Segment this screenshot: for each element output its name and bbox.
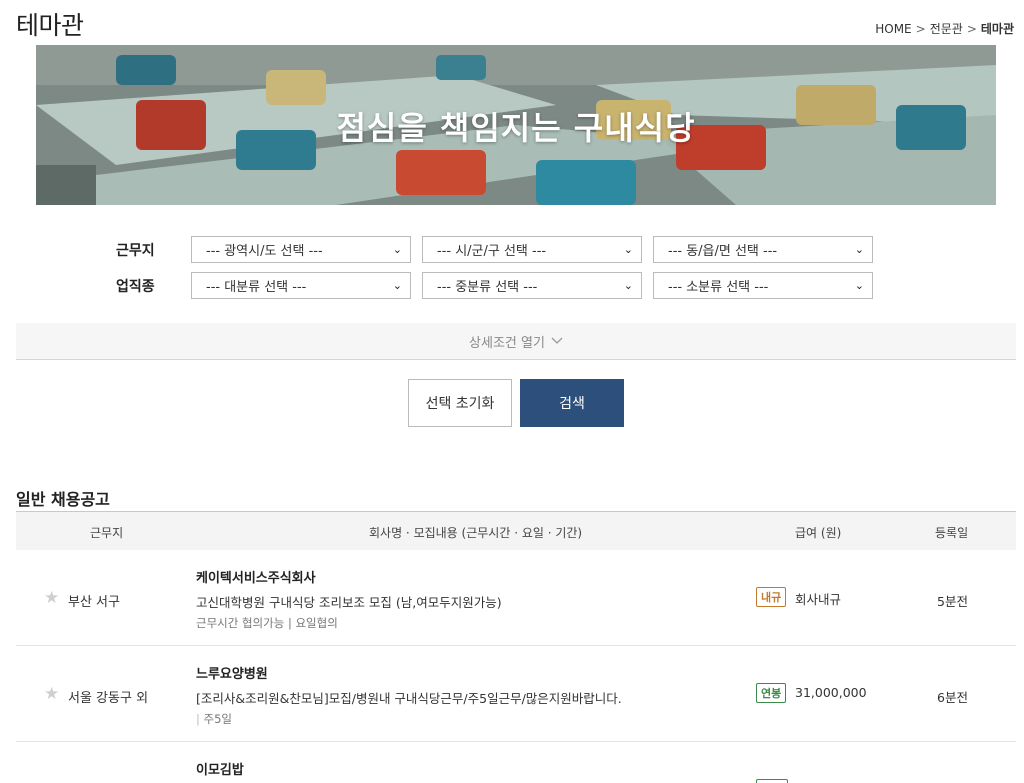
chevron-down-icon: ⌄ (623, 279, 633, 292)
column-location: 근무지 (90, 526, 124, 540)
page-title: 테마관 (16, 11, 84, 40)
breadcrumb-current: 테마관 (980, 22, 1014, 36)
major-category-select[interactable]: --- 대분류 선택 --- ⌄ (191, 272, 411, 299)
row-company[interactable]: 느루요양병원 (196, 663, 268, 682)
column-company: 회사명 · 모집내용 (근무시간 · 요일 · 기간) (369, 526, 583, 540)
row-conditions: 근무시간 협의가능 | 요일협의 (196, 616, 338, 630)
row-pay: 회사내규 (795, 592, 842, 607)
minor-category-select[interactable]: --- 소분류 선택 --- ⌄ (653, 272, 873, 299)
theme-banner: 점심을 책임지는 구내식당 (36, 45, 996, 205)
row-company[interactable]: 이모김밥 (196, 759, 244, 778)
breadcrumb-home[interactable]: HOME (875, 22, 911, 36)
row-company[interactable]: 케이텍서비스주식회사 (196, 567, 316, 586)
city-select[interactable]: --- 시/군/구 선택 --- ⌄ (422, 236, 642, 263)
major-category-value: --- 대분류 선택 --- (206, 280, 307, 295)
row-conditions-text: 주5일 (203, 712, 233, 726)
search-button[interactable]: 검색 (520, 379, 624, 427)
row-description[interactable]: [조리사&조리원&찬모님]모집/병원내 구내식당근무/주5일근무/많은지원바랍니… (196, 688, 622, 707)
detail-conditions-toggle[interactable]: 상세조건 열기 (16, 323, 1016, 360)
town-select-value: --- 동/읍/면 선택 --- (668, 244, 778, 259)
location-label: 근무지 (116, 242, 155, 259)
breadcrumb-separator-icon: > (915, 21, 926, 36)
town-select[interactable]: --- 동/읍/면 선택 --- ⌄ (653, 236, 873, 263)
table-row[interactable]: ★ 서울 강동구 외 느루요양병원 [조리사&조리원&찬모님]모집/병원내 구내… (16, 646, 1016, 742)
reset-selection-button[interactable]: 선택 초기화 (408, 379, 512, 427)
column-pay: 급여 (원) (795, 526, 842, 540)
condition-separator: | (196, 712, 204, 726)
chevron-down-icon: ⌄ (623, 243, 633, 256)
banner-title: 점심을 책임지는 구내식당 (336, 109, 696, 147)
section-title: 일반 채용공고 (16, 490, 110, 509)
breadcrumb: HOME > 전문관 > 테마관 (875, 20, 1014, 37)
table-header: 근무지 회사명 · 모집내용 (근무시간 · 요일 · 기간) 급여 (원) 등… (16, 511, 1016, 550)
province-select-value: --- 광역시/도 선택 --- (206, 244, 323, 259)
row-location: 서울 강동구 외 (68, 691, 149, 706)
table-row[interactable]: 이모김밥 (16, 742, 1016, 783)
chevron-down-icon: ⌄ (392, 243, 402, 256)
pay-type-badge (756, 779, 788, 783)
province-select[interactable]: --- 광역시/도 선택 --- ⌄ (191, 236, 411, 263)
row-pay: 31,000,000 (795, 685, 867, 700)
detail-toggle-label: 상세조건 열기 (469, 335, 545, 351)
pay-type-badge: 연봉 (756, 683, 787, 703)
row-conditions: | 주5일 (196, 711, 232, 727)
chevron-down-icon: ⌄ (392, 279, 402, 292)
table-row[interactable]: ★ 부산 서구 케이텍서비스주식회사 고신대학병원 구내식당 조리보조 모집 (… (16, 550, 1016, 646)
row-date: 6분전 (937, 690, 968, 705)
chevron-down-icon: ⌄ (854, 243, 864, 256)
breadcrumb-separator-icon: > (966, 21, 977, 36)
city-select-value: --- 시/군/구 선택 --- (437, 244, 547, 259)
star-icon[interactable]: ★ (44, 588, 59, 608)
middle-category-value: --- 중분류 선택 --- (437, 280, 538, 295)
minor-category-value: --- 소분류 선택 --- (668, 280, 769, 295)
job-filter-row: 업직종 --- 대분류 선택 --- ⌄ --- 중분류 선택 --- ⌄ --… (116, 272, 884, 299)
breadcrumb-specialty[interactable]: 전문관 (930, 20, 963, 37)
middle-category-select[interactable]: --- 중분류 선택 --- ⌄ (422, 272, 642, 299)
location-filter-row: 근무지 --- 광역시/도 선택 --- ⌄ --- 시/군/구 선택 --- … (116, 236, 884, 263)
pay-type-badge: 내규 (756, 587, 787, 607)
row-location: 부산 서구 (68, 595, 120, 610)
star-icon[interactable]: ★ (44, 684, 59, 704)
row-description[interactable]: 고신대학병원 구내식당 조리보조 모집 (남,여모두지원가능) (196, 592, 502, 611)
column-date: 등록일 (935, 526, 969, 540)
row-date: 5분전 (937, 594, 968, 609)
job-label: 업직종 (116, 278, 155, 295)
chevron-down-icon (551, 337, 563, 344)
chevron-down-icon: ⌄ (854, 279, 864, 292)
